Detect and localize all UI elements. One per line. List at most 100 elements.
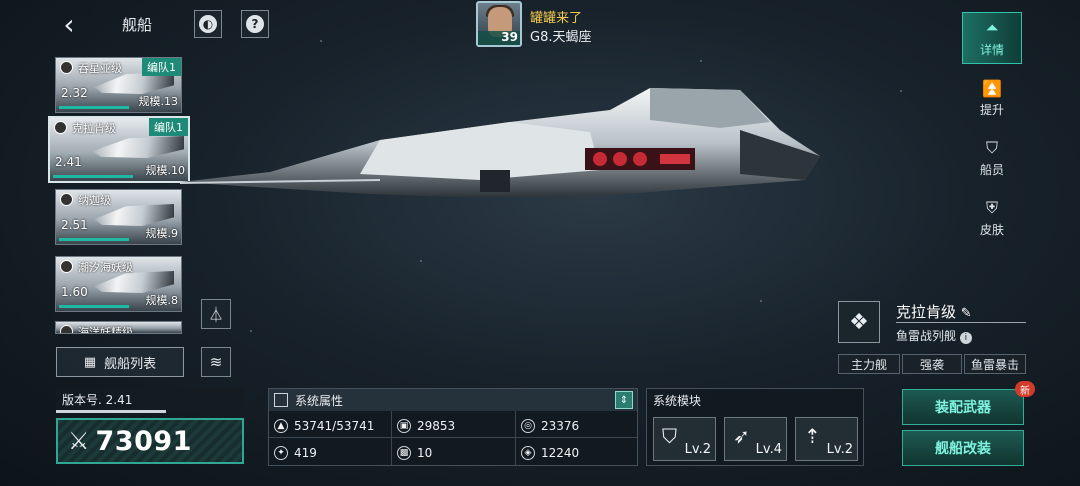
help-icon: ? (246, 15, 264, 33)
ship-card-scale: 规模.13 (138, 95, 179, 108)
missile-module-icon: ➶ (733, 424, 750, 448)
tab-label: 船员 (979, 163, 1004, 177)
ship-card-scale: 规模.9 (145, 227, 179, 240)
tab-label: 提升 (979, 102, 1004, 117)
energy-icon: ✦ (274, 445, 288, 460)
player-level: 39 (501, 30, 518, 44)
planet-icon: ◐ (199, 15, 217, 33)
module-slot[interactable]: ⇡ Lv.2 (795, 417, 858, 461)
chevron-left-icon: ‹ (63, 7, 75, 41)
sort-button[interactable]: ≋ (201, 347, 231, 377)
attributes-title: 系统属性 (295, 394, 344, 408)
grid-icon: ▩ (397, 445, 411, 460)
equip-weapons-button[interactable]: 装配武器 (902, 389, 1024, 425)
grid-icon: ▦ (83, 354, 97, 370)
attr-cell: ◎ 23376 (521, 413, 579, 438)
ship-class-icon (60, 325, 73, 333)
ship-card-value: 2.41 (55, 155, 82, 169)
ship-model[interactable] (179, 70, 860, 220)
ship-class-icon (54, 121, 67, 134)
ship-thumbnail (92, 136, 184, 158)
ship-card-name: 海洋妖精级 (78, 326, 133, 334)
fleet-filter-button[interactable]: ⏃ (201, 299, 231, 329)
fleet-icon: ⏃ (208, 305, 224, 324)
attr-cell: ▩ 10 (397, 440, 432, 465)
ship-card-name: 克拉肯级 (72, 122, 116, 135)
ship-detail-icon: ⏶ (985, 18, 999, 37)
modules-title: 系统模块 (653, 394, 702, 408)
modules-panel: 系统模块 ⛉ Lv.2 ➶ Lv.4 ⇡ Lv.2 (646, 388, 864, 466)
avatar[interactable]: 39 (476, 1, 522, 47)
swords-icon: ⚔ (68, 427, 90, 455)
role-tag: 鱼雷暴击 (964, 354, 1026, 374)
upgrade-icon: ⏫ (982, 78, 1002, 98)
attr-cell: ▲ 53741/53741 (274, 413, 374, 438)
ship-card-bar (59, 238, 129, 241)
fleet-tag: 编队1 (142, 58, 181, 76)
armor-icon: ▣ (397, 418, 411, 433)
crew-icon: ⛉ (985, 138, 998, 157)
role-tag: 强袭 (902, 354, 962, 374)
ship-card-bar (59, 106, 129, 109)
shield-module-icon: ⛉ (662, 424, 677, 448)
ship-card-scale: 规模.8 (145, 294, 179, 307)
tab-label: 皮肤 (979, 223, 1004, 237)
attributes-panel: 系统属性 ⇕ ▲ 53741/53741 ▣ 29853 ◎ 23376 ✦ 419 ▩… (268, 388, 638, 466)
player-name: 罐罐来了 (530, 11, 583, 26)
ship-type: 鱼雷战列舰 i (896, 327, 972, 344)
sort-icon: ≋ (209, 353, 223, 371)
skin-icon: ⛨ (985, 198, 998, 217)
role-tag: 主力舰 (838, 354, 900, 374)
ship-card-value: 2.51 (61, 218, 88, 232)
ship-name: 克拉肯级 ✎ (896, 303, 972, 321)
tab-skin[interactable]: ⛨ 皮肤 (962, 192, 1022, 244)
ship-card-value: 1.60 (61, 285, 88, 299)
edit-icon[interactable]: ✎ (961, 306, 972, 321)
attributes-icon (274, 393, 288, 407)
tab-detail[interactable]: ⏶ 详情 (962, 12, 1022, 64)
hull-icon: ▲ (274, 418, 288, 433)
expand-toggle-icon[interactable]: ⇕ (615, 391, 633, 409)
module-slot[interactable]: ➶ Lv.4 (724, 417, 787, 461)
attributes-header: 系统属性 ⇕ (269, 389, 637, 411)
ship-card-name: 纳迦级 (78, 194, 111, 207)
shield-icon: ◎ (521, 418, 535, 433)
ship-class-icon (60, 193, 73, 206)
player-zone: G8.天蝎座 (530, 30, 592, 45)
power-value: 73091 (95, 425, 192, 457)
planet-button[interactable]: ◐ (194, 10, 222, 38)
ship-list-button[interactable]: ▦ 舰船列表 (56, 347, 184, 377)
tab-label: 详情 (979, 43, 1004, 57)
attr-cell: ◈ 12240 (521, 440, 579, 465)
info-icon[interactable]: i (959, 332, 972, 344)
ship-card-selected[interactable]: 克拉肯级 编队1 2.41 规模.10 (48, 116, 190, 183)
attr-cell: ▣ 29853 (397, 413, 455, 438)
ship-card-name: 潮汐海妖级 (78, 261, 133, 274)
attr-cell: ✦ 419 (274, 440, 317, 465)
tab-upgrade[interactable]: ⏫ 提升 (962, 72, 1022, 124)
right-tab-bar: ⏶ 详情 ⏫ 提升 ⛉ 船员 ⛨ 皮肤 (962, 12, 1022, 244)
ship-card-name: 吞星亚级 (78, 62, 122, 75)
new-badge: 新 (1015, 381, 1035, 397)
page-title: 舰船 (122, 16, 153, 34)
back-button[interactable]: ‹ (56, 7, 82, 41)
power-display: ⚔ 73091 (56, 418, 244, 464)
ship-card-bar (59, 305, 129, 308)
module-slot[interactable]: ⛉ Lv.2 (653, 417, 716, 461)
ship-modify-button[interactable]: 舰船改装 (902, 430, 1024, 466)
ship-class-icon (60, 260, 73, 273)
version-bar (56, 410, 166, 413)
ship-type-icon: ❖ (838, 301, 880, 343)
ship-class-icon (60, 61, 73, 74)
ship-list-label: 舰船列表 (104, 356, 157, 372)
ship-card-bar (53, 175, 133, 178)
help-button[interactable]: ? (241, 10, 269, 38)
ship-card[interactable]: 吞星亚级 编队1 2.32 规模.13 (55, 57, 182, 113)
ship-card[interactable]: 潮汐海妖级 1.60 规模.8 (55, 256, 182, 312)
ship-card-value: 2.32 (61, 86, 88, 100)
ship-card[interactable]: 纳迦级 2.51 规模.9 (55, 189, 182, 245)
engine-module-icon: ⇡ (804, 424, 821, 448)
version-label: 版本号. 2.41 (56, 388, 244, 410)
ship-card[interactable]: 海洋妖精级 (55, 321, 182, 334)
tab-crew[interactable]: ⛉ 船员 (962, 132, 1022, 184)
